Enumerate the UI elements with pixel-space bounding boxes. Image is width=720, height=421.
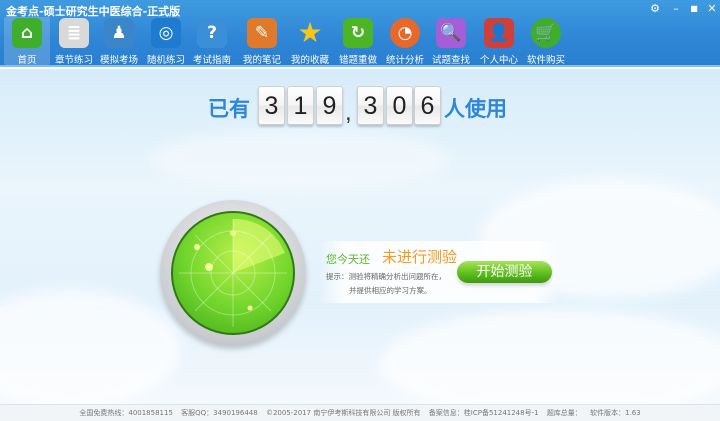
- counter-digit: 0: [386, 86, 413, 125]
- toolbar-item-0[interactable]: ⌂ 首页: [4, 17, 50, 66]
- maximize-button[interactable]: ■: [684, 1, 704, 17]
- status-prefix: 您今天还: [326, 253, 370, 266]
- toolbar-item-label: 模拟考场: [99, 55, 138, 66]
- toolbar-item-label: 软件购买: [526, 55, 565, 66]
- user-counter: 已有 3 1 9 , 3 0 6 人使用: [0, 85, 720, 127]
- pencil-note-icon: ✎: [247, 18, 277, 48]
- footer-version: 软件版本：1.63: [590, 409, 641, 417]
- counter-comma: ,: [345, 99, 352, 126]
- toolbar-item-2[interactable]: ♟ 模拟考场: [96, 17, 142, 66]
- main-area: 已有 3 1 9 , 3 0 6 人使用 您今天还 未进行测验 提示：测验将精确: [0, 69, 720, 404]
- toolbar-item-label: 我的笔记: [242, 55, 281, 66]
- random-circle-icon: ◎: [151, 18, 181, 48]
- radar-icon: [171, 211, 295, 335]
- hint-line-2: 并提供相应的学习方案。: [349, 286, 432, 295]
- toolbar-item-label: 考试指南: [192, 55, 231, 66]
- counter-digit: 3: [357, 86, 384, 125]
- hint-line-1: 提示：测验将精确分析出问题所在，: [326, 272, 446, 281]
- toolbar-item-label: 章节练习: [54, 55, 93, 66]
- toolbar-item-4[interactable]: ? 考试指南: [189, 17, 235, 66]
- close-button[interactable]: ✕: [702, 1, 720, 17]
- toolbar-item-label: 个人中心: [479, 55, 518, 66]
- footer-copyright: ©2005-2017 南宁伊考斯科技有限公司 版权所有: [265, 409, 421, 417]
- toolbar-item-6[interactable]: ★ 我的收藏: [287, 16, 333, 67]
- counter-digit: 9: [316, 86, 343, 125]
- settings-icon[interactable]: ⚙: [645, 1, 665, 17]
- document-person-icon: ≣: [59, 18, 89, 48]
- toolbar-item-label: 随机练习: [146, 55, 185, 66]
- toolbar-item-label: 首页: [17, 55, 37, 66]
- footer-question-bank: 题库总量：: [546, 409, 582, 417]
- counter-digit: 3: [258, 86, 285, 125]
- toolbar-item-3[interactable]: ◎ 随机练习: [143, 17, 189, 66]
- status-text: 未进行测验: [382, 248, 458, 266]
- toolbar-item-9[interactable]: 🔍 试题查找: [428, 17, 474, 66]
- search-icon: 🔍: [436, 18, 466, 48]
- toolbar-item-7[interactable]: ↻ 错题重做: [335, 17, 381, 66]
- monitor-person-icon: ♟: [104, 18, 134, 48]
- user-icon: 👤: [484, 18, 514, 48]
- toolbar-item-label: 我的收藏: [290, 55, 329, 66]
- redo-icon: ↻: [343, 18, 373, 48]
- title-bar: 金考点-硕士研究生中医综合-正式版 ⚙ – ■ ✕ ⌂ 首页 ≣ 章节练习 ♟ 模拟考场 ◎…: [0, 0, 720, 67]
- pie-chart-icon: ◔: [390, 18, 420, 48]
- minimize-button[interactable]: –: [666, 1, 686, 17]
- footer: 全国免费热线：4001858115 客服QQ：3490196448 ©2005-…: [0, 404, 720, 421]
- counter-digit: 6: [414, 86, 441, 125]
- footer-qq: 客服QQ：3490196448: [181, 409, 258, 417]
- toolbar-item-label: 统计分析: [385, 55, 424, 66]
- radar-test-graphic[interactable]: [160, 200, 306, 346]
- footer-hotline: 全国免费热线：4001858115: [79, 409, 173, 417]
- start-test-button[interactable]: 开始测验: [457, 261, 552, 283]
- toolbar-item-8[interactable]: ◔ 统计分析: [382, 17, 428, 66]
- toolbar-item-5[interactable]: ✎ 我的笔记: [239, 17, 285, 66]
- footer-icp: 备案信息：桂ICP备51241248号-1: [428, 409, 539, 417]
- star-icon: ★: [297, 16, 323, 49]
- toolbar-item-label: 错题重做: [338, 55, 377, 66]
- counter-suffix: 人使用: [444, 97, 507, 121]
- toolbar-item-10[interactable]: 👤 个人中心: [476, 17, 522, 66]
- toolbar-item-1[interactable]: ≣ 章节练习: [51, 17, 97, 66]
- home-icon: ⌂: [12, 18, 42, 48]
- test-status-panel: 您今天还 未进行测验 提示：测验将精确分析出问题所在， 并提供相应的学习方案。 …: [320, 241, 560, 303]
- cart-icon: 🛒: [531, 18, 561, 48]
- counter-prefix: 已有: [208, 97, 250, 121]
- toolbar-item-label: 试题查找: [431, 55, 470, 66]
- toolbar-item-11[interactable]: 🛒 软件购买: [523, 17, 569, 66]
- help-icon: ?: [197, 18, 227, 48]
- counter-digit: 1: [287, 86, 314, 125]
